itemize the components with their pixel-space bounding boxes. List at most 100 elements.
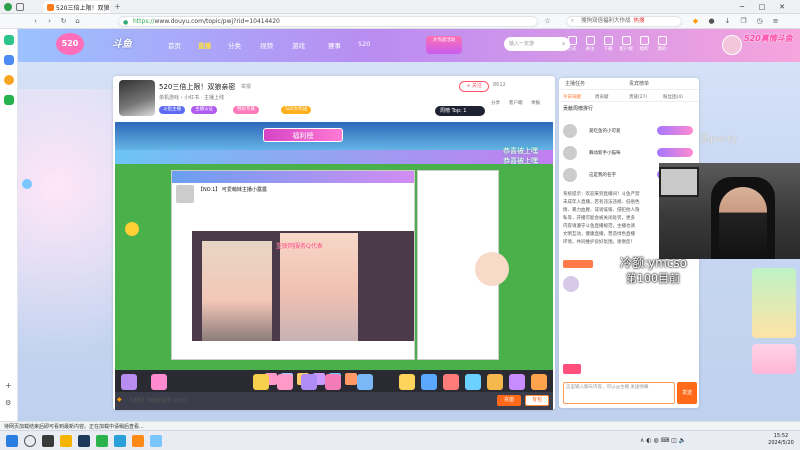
sidebar-settings-icon[interactable]: ⚙	[5, 399, 11, 407]
subtab-fans[interactable]: 粉丝团(4)	[663, 94, 683, 100]
tray-icons[interactable]: ∧ ◐ ◍ ⌨ ◫ 🔈	[640, 437, 686, 444]
player-card: 520三倍上限！双狼亲密 举报 单机游戏 › 小红书 · 主播上线 斗鱼主播 主…	[113, 76, 555, 410]
history-icon[interactable]: ◷	[754, 16, 765, 27]
search-icon[interactable]	[24, 435, 36, 447]
tab-list-icon[interactable]	[16, 3, 24, 11]
share-link[interactable]: 分享	[491, 100, 500, 106]
gift-icon[interactable]	[421, 374, 437, 390]
subtab-week[interactable]: 周贡献	[595, 94, 609, 100]
gift-icon[interactable]	[301, 374, 317, 390]
sidebar-app-icon[interactable]	[4, 75, 14, 85]
follow-nav-icon[interactable]: 关注	[582, 36, 598, 52]
notice-text: 【通知】你有新福利 1950	[127, 398, 187, 404]
start-icon[interactable]	[6, 435, 18, 447]
subtab-today[interactable]: 今日贡献	[563, 94, 581, 100]
steam-icon[interactable]	[78, 435, 90, 447]
subtab-noble[interactable]: 贵族(27)	[629, 94, 647, 100]
privilege-pill[interactable]: 特权专属	[233, 106, 259, 114]
chat-input[interactable]: 这里输入聊天内容，可以@主播 发送弹幕	[563, 382, 675, 404]
download-nav-icon[interactable]: 下载	[600, 36, 616, 52]
minimize-icon[interactable]: ─	[736, 2, 748, 12]
nav-match[interactable]: 赛事	[328, 40, 341, 50]
anchor-pill[interactable]: 斗鱼主播	[159, 106, 185, 114]
sidebar-add-icon[interactable]: +	[5, 381, 12, 390]
download-icon[interactable]: ↓	[722, 16, 733, 27]
explorer-icon[interactable]	[60, 435, 72, 447]
app-icon[interactable]	[132, 435, 144, 447]
back-icon[interactable]: ‹	[30, 16, 41, 27]
gift-icon[interactable]	[357, 374, 373, 390]
app-icon[interactable]	[114, 435, 126, 447]
site-logo[interactable]: 斗鱼	[112, 35, 132, 50]
gift-icon[interactable]	[277, 374, 293, 390]
app-icon[interactable]	[150, 435, 162, 447]
gift-icon[interactable]	[443, 374, 459, 390]
new-tab-icon[interactable]: +	[114, 2, 121, 11]
tab-active[interactable]: 520三倍上限！双狼亲密	[44, 1, 110, 13]
extension-icon[interactable]: ◆	[690, 16, 701, 27]
client-nav-icon[interactable]: 客户端	[618, 36, 634, 52]
history-nav-icon[interactable]: 历史	[564, 36, 580, 52]
nav-category[interactable]: 分类	[228, 40, 241, 50]
nav-video[interactable]: 视频	[260, 40, 273, 50]
rank-row[interactable]: 舞动新手小猫咪	[559, 142, 699, 164]
gift-icon[interactable]	[509, 374, 525, 390]
recharge-button[interactable]: 充值	[497, 395, 521, 406]
forward-icon[interactable]: ›	[44, 16, 55, 27]
taskview-icon[interactable]	[42, 435, 54, 447]
app-icon[interactable]	[96, 435, 108, 447]
report-link[interactable]: 举报	[241, 83, 251, 90]
collections-icon[interactable]: ❐	[738, 16, 749, 27]
refresh-icon[interactable]: ↻	[58, 16, 69, 27]
sidebar-app-icon[interactable]	[4, 55, 14, 65]
user-avatar[interactable]	[722, 35, 742, 55]
send-button[interactable]: 发送	[677, 382, 697, 404]
emoji-icon[interactable]	[563, 364, 581, 374]
home-icon[interactable]: ⌂	[72, 16, 83, 27]
welfare-nav-icon[interactable]: 福利	[636, 36, 652, 52]
menu-icon[interactable]: ≡	[770, 16, 781, 27]
clock[interactable]: 15:52 2024/5/20	[764, 433, 798, 447]
gift-icon[interactable]	[531, 374, 547, 390]
gift-icon[interactable]	[121, 374, 137, 390]
gift-icon[interactable]	[253, 374, 269, 390]
nav-home[interactable]: 首页	[168, 40, 181, 50]
gift-icon[interactable]	[399, 374, 415, 390]
event-brand: 520真情斗鱼	[744, 34, 793, 43]
gift-icon[interactable]	[465, 374, 481, 390]
nav-520[interactable]: 520	[358, 40, 370, 48]
tab-vip[interactable]: 贵宾榜单	[629, 80, 649, 87]
gift-icon[interactable]	[151, 374, 167, 390]
mine-nav-icon[interactable]: 我的	[654, 36, 670, 52]
close-icon[interactable]: ✕	[776, 2, 788, 12]
user-icon[interactable]: ●	[706, 16, 717, 27]
follow-button[interactable]: + 关注	[459, 81, 489, 92]
tab-anchor-task[interactable]: 主播任务	[565, 80, 585, 87]
star-icon[interactable]: ☆	[542, 16, 553, 27]
sidebar-app-icon[interactable]	[4, 35, 14, 45]
rank-badge[interactable]: 周榜 Top: 1	[435, 106, 485, 116]
gift-icon[interactable]	[325, 374, 341, 390]
status-text: 待网页加载结束后即可看到最新内容。正在加载中请稍后查看...	[4, 424, 144, 430]
gift-icon[interactable]	[487, 374, 503, 390]
browser-search-field[interactable]: ⌕ 搜狗双倍福利大作战 热搜	[566, 16, 682, 27]
rank-row[interactable]: 爱吃鱼的小可爱	[559, 120, 699, 142]
promo-banner[interactable]	[752, 268, 796, 338]
bag-button[interactable]: 背包	[525, 395, 549, 406]
anchor-avatar[interactable]	[119, 80, 155, 116]
verify-pill[interactable]: 主播认证	[191, 106, 217, 114]
video-player[interactable]: 福利榜 【NO.1】 可爱萌妹主播小露露 互联网服务Q代表 恭喜被上嘿 恭喜被上…	[115, 122, 553, 410]
green-text-line: 恭喜被上嘿	[503, 147, 538, 155]
event-badge[interactable]: 大作战活动	[426, 36, 462, 54]
report-link[interactable]: 举报	[531, 100, 540, 106]
sidebar-app-icon[interactable]	[4, 95, 14, 105]
maximize-icon[interactable]: □	[756, 2, 768, 12]
promo-banner[interactable]	[752, 344, 796, 374]
event-pill[interactable]: 520大作战	[281, 106, 312, 114]
browser-logo-icon[interactable]	[4, 3, 12, 11]
nav-live[interactable]: 直播	[198, 40, 211, 50]
site-search-input[interactable]: 输入一定游 ⌕	[504, 37, 570, 51]
url-field[interactable]: ● https://www.douyu.com/topic/pwj?rid=10…	[118, 16, 538, 27]
nav-game[interactable]: 游戏	[292, 40, 305, 50]
client-link[interactable]: 客户端	[509, 100, 523, 106]
